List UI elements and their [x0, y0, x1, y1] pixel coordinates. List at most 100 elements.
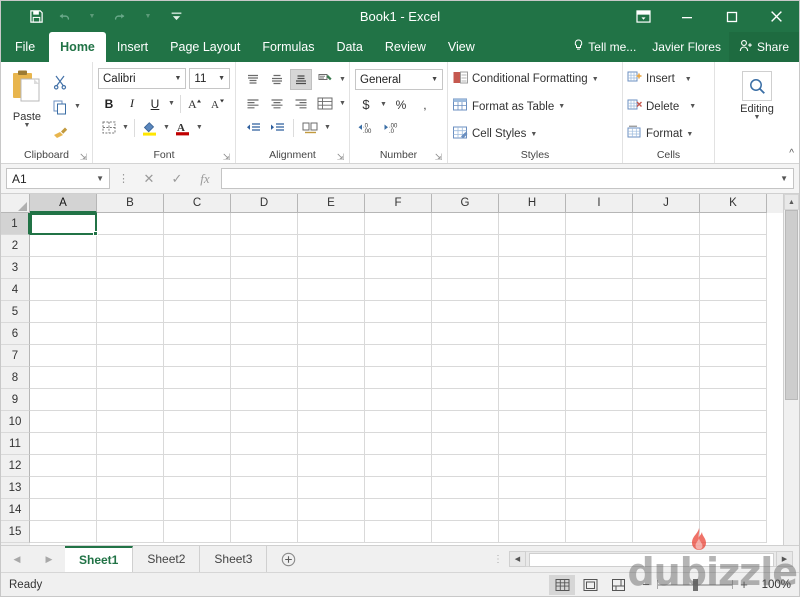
insert-function-icon[interactable]: fx: [193, 168, 217, 189]
cell-C14[interactable]: [164, 499, 231, 521]
cell-F5[interactable]: [365, 301, 432, 323]
customize-quick-access-icon[interactable]: [163, 6, 189, 28]
vertical-scroll-thumb[interactable]: [785, 210, 798, 400]
cell-D15[interactable]: [231, 521, 298, 543]
sheet-tab-sheet1[interactable]: Sheet1: [65, 546, 134, 572]
cell-H10[interactable]: [499, 411, 566, 433]
cell-F15[interactable]: [365, 521, 432, 543]
row-header-15[interactable]: 15: [1, 521, 30, 543]
cell-A15[interactable]: [30, 521, 97, 543]
bottom-align-button[interactable]: [290, 69, 312, 90]
column-header-j[interactable]: J: [633, 194, 700, 213]
vertical-scrollbar[interactable]: ▲: [783, 194, 799, 545]
cell-F9[interactable]: [365, 389, 432, 411]
cell-G2[interactable]: [432, 235, 499, 257]
sheet-tab-sheet2[interactable]: Sheet2: [133, 546, 201, 572]
normal-view-button[interactable]: [549, 574, 575, 595]
cell-C9[interactable]: [164, 389, 231, 411]
cell-K12[interactable]: [700, 455, 767, 477]
fill-handle[interactable]: [93, 231, 98, 236]
cell-C5[interactable]: [164, 301, 231, 323]
cell-K8[interactable]: [700, 367, 767, 389]
zoom-slider-thumb[interactable]: [693, 578, 698, 591]
alignment-dialog-launcher[interactable]: ⇲: [336, 153, 345, 162]
cell-C7[interactable]: [164, 345, 231, 367]
cell-styles-dropdown-icon[interactable]: ▼: [529, 131, 538, 138]
row-header-6[interactable]: 6: [1, 323, 30, 345]
horizontal-scrollbar[interactable]: ◀ ▶: [509, 546, 799, 572]
cell-J8[interactable]: [633, 367, 700, 389]
row-header-12[interactable]: 12: [1, 455, 30, 477]
cell-K13[interactable]: [700, 477, 767, 499]
wrap-text-button[interactable]: [314, 93, 336, 114]
cell-B15[interactable]: [97, 521, 164, 543]
cell-H13[interactable]: [499, 477, 566, 499]
cell-H4[interactable]: [499, 279, 566, 301]
italic-button[interactable]: I: [121, 93, 143, 114]
shrink-font-button[interactable]: A: [208, 93, 230, 114]
cell-E9[interactable]: [298, 389, 365, 411]
cell-J14[interactable]: [633, 499, 700, 521]
column-header-a[interactable]: A: [30, 194, 97, 213]
increase-decimal-button[interactable]: .0.00: [355, 118, 377, 139]
insert-dropdown-icon[interactable]: ▼: [684, 76, 693, 83]
borders-button[interactable]: [98, 117, 120, 138]
cell-E3[interactable]: [298, 257, 365, 279]
cell-F6[interactable]: [365, 323, 432, 345]
cancel-formula-icon[interactable]: ✕: [137, 168, 161, 189]
cell-H7[interactable]: [499, 345, 566, 367]
number-dialog-launcher[interactable]: ⇲: [434, 153, 443, 162]
cell-G8[interactable]: [432, 367, 499, 389]
cell-D6[interactable]: [231, 323, 298, 345]
cell-B6[interactable]: [97, 323, 164, 345]
cell-B2[interactable]: [97, 235, 164, 257]
selected-cell[interactable]: [30, 213, 98, 236]
conditional-formatting-dropdown-icon[interactable]: ▼: [591, 76, 600, 83]
editing-button[interactable]: Editing ▼: [730, 67, 784, 146]
row-header-10[interactable]: 10: [1, 411, 30, 433]
bold-button[interactable]: B: [98, 93, 120, 114]
cell-C2[interactable]: [164, 235, 231, 257]
copy-button[interactable]: ▼: [49, 96, 82, 118]
font-size-combo[interactable]: 11 ▼: [189, 68, 230, 89]
cell-J7[interactable]: [633, 345, 700, 367]
cell-G4[interactable]: [432, 279, 499, 301]
cell-B7[interactable]: [97, 345, 164, 367]
cell-I10[interactable]: [566, 411, 633, 433]
tab-review[interactable]: Review: [374, 32, 437, 62]
cell-K2[interactable]: [700, 235, 767, 257]
orientation-dropdown-icon[interactable]: ▼: [338, 76, 347, 83]
cell-J11[interactable]: [633, 433, 700, 455]
cell-E2[interactable]: [298, 235, 365, 257]
cell-F2[interactable]: [365, 235, 432, 257]
borders-dropdown-icon[interactable]: ▼: [121, 124, 130, 131]
cell-E4[interactable]: [298, 279, 365, 301]
column-header-i[interactable]: I: [566, 194, 633, 213]
cell-I12[interactable]: [566, 455, 633, 477]
share-button[interactable]: Share: [728, 32, 799, 62]
cell-K7[interactable]: [700, 345, 767, 367]
horizontal-scroll-track[interactable]: [526, 551, 776, 567]
row-header-4[interactable]: 4: [1, 279, 30, 301]
row-header-3[interactable]: 3: [1, 257, 30, 279]
cell-F3[interactable]: [365, 257, 432, 279]
cell-C4[interactable]: [164, 279, 231, 301]
insert-cells-button[interactable]: Insert ▼: [625, 68, 712, 90]
save-icon[interactable]: [23, 6, 49, 28]
cell-H3[interactable]: [499, 257, 566, 279]
cell-I7[interactable]: [566, 345, 633, 367]
cell-I11[interactable]: [566, 433, 633, 455]
column-header-k[interactable]: K: [700, 194, 767, 213]
cell-J3[interactable]: [633, 257, 700, 279]
cell-C6[interactable]: [164, 323, 231, 345]
column-header-d[interactable]: D: [231, 194, 298, 213]
cell-E10[interactable]: [298, 411, 365, 433]
undo-icon[interactable]: [51, 6, 77, 28]
format-as-table-dropdown-icon[interactable]: ▼: [557, 103, 566, 110]
cell-F10[interactable]: [365, 411, 432, 433]
align-left-button[interactable]: [242, 93, 264, 114]
conditional-formatting-button[interactable]: Conditional Formatting ▼: [450, 68, 620, 90]
cell-H11[interactable]: [499, 433, 566, 455]
cell-I5[interactable]: [566, 301, 633, 323]
redo-icon[interactable]: [107, 6, 133, 28]
